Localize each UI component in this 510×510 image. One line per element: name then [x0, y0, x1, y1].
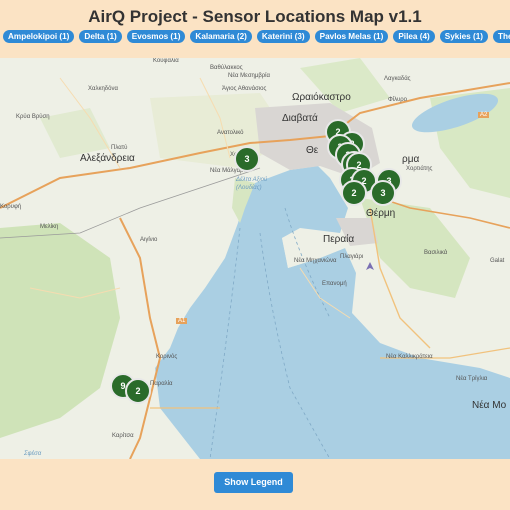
- map-label-thermi: Θέρμη: [366, 208, 396, 219]
- map-label-filyro: Φίλυρο: [388, 97, 408, 103]
- map-label-diavata: Διαβατά: [282, 113, 318, 124]
- map-label-krya-vrysi: Κρύα Βρύση: [16, 114, 50, 120]
- filter-chip-pilea[interactable]: Pilea (4): [393, 30, 435, 43]
- sensor-map[interactable]: Κουφάλια Βαθύλακκος Νέα Μεσημβρία Χαλκηδ…: [0, 58, 510, 459]
- map-label-plagiari: Πλαγιάρι: [340, 254, 364, 260]
- map-label-agios-athanasios: Άγιος Αθανάσιος: [222, 86, 267, 92]
- map-label-epanomi: Επανομή: [322, 281, 347, 287]
- map-label-korinos: Κορινός: [156, 354, 178, 360]
- map-label-galatista: Galat: [490, 258, 505, 264]
- map-label-nea-mesimvria: Νέα Μεσημβρία: [228, 73, 270, 79]
- map-label-karitsa: Καρίτσα: [112, 433, 134, 439]
- map-label-chortiatis: Χορτιάτης: [406, 166, 433, 172]
- filter-chip-sykies[interactable]: Sykies (1): [439, 30, 488, 43]
- map-label-platy: Πλατύ: [111, 145, 128, 151]
- map-label-a1: A1: [176, 318, 188, 324]
- map-label-nea-michaniona: Νέα Μηχανιώνα: [294, 258, 337, 264]
- location-filter-bar: Ampelokipoi (1) Delta (1) Evosmos (1) Kalam…: [3, 30, 510, 46]
- map-label-thermi-short: ρμα: [402, 154, 420, 165]
- sensor-cluster[interactable]: 3: [234, 146, 260, 172]
- map-label-thessaloniki: Θε: [306, 145, 319, 156]
- show-legend-button[interactable]: Show Legend: [214, 472, 293, 493]
- map-label-meliki: Μελίκη: [40, 224, 59, 230]
- map-label-paralia: Παραλία: [150, 381, 173, 387]
- map-label-sfendami: Σφέσα: [24, 451, 42, 457]
- map-label-chalkidona: Χαλκηδόνα: [88, 86, 118, 92]
- map-label-alexandreia: Αλεξάνδρεια: [80, 153, 135, 164]
- filter-chip-ampelokipoi[interactable]: Ampelokipoi (1): [3, 30, 75, 43]
- map-label-a2: A2: [478, 112, 490, 118]
- map-label-lagkadas: Λαγκαδάς: [384, 76, 411, 82]
- map-label-peraia: Περαία: [323, 234, 355, 245]
- sensor-cluster[interactable]: 2: [125, 378, 151, 404]
- map-label-nea-moudania: Νέα Μο: [472, 400, 507, 411]
- map-label-nea-triglia: Νέα Τρίγλια: [456, 376, 488, 382]
- filter-chip-delta[interactable]: Delta (1): [79, 30, 122, 43]
- map-label-oraiokastro: Ωραιόκαστρο: [292, 92, 351, 103]
- map-label-korifi: Κορυφή: [0, 204, 22, 210]
- filter-chip-kalamaria[interactable]: Kalamaria (2): [190, 30, 252, 43]
- sensor-cluster[interactable]: 3: [370, 180, 396, 206]
- map-label-nea-kallikrateia: Νέα Καλλικράτεια: [386, 354, 433, 360]
- sensor-cluster[interactable]: 2: [341, 180, 367, 206]
- map-label-koufalia: Κουφάλια: [153, 58, 179, 64]
- map-label-vasilika: Βασιλικά: [424, 250, 448, 256]
- filter-chip-katerini[interactable]: Katerini (3): [256, 30, 310, 43]
- filter-chip-pavlos-melas[interactable]: Pavlos Melas (1): [314, 30, 389, 43]
- map-label-vathylakkos: Βαθύλακκος: [210, 65, 243, 71]
- map-label-aiginio: Αιγίνιο: [140, 237, 158, 243]
- filter-chip-thessaloniki[interactable]: Thessalo: [492, 30, 510, 43]
- filter-chip-evosmos[interactable]: Evosmos (1): [126, 30, 186, 43]
- map-tiles: [0, 58, 510, 459]
- map-label-delta-axiou: Δέλτα Αξιού (Λουδίας): [236, 177, 268, 191]
- map-label-anatoliko: Ανατολικό: [217, 130, 244, 136]
- page-title: AirQ Project - Sensor Locations Map v1.1: [88, 7, 422, 26]
